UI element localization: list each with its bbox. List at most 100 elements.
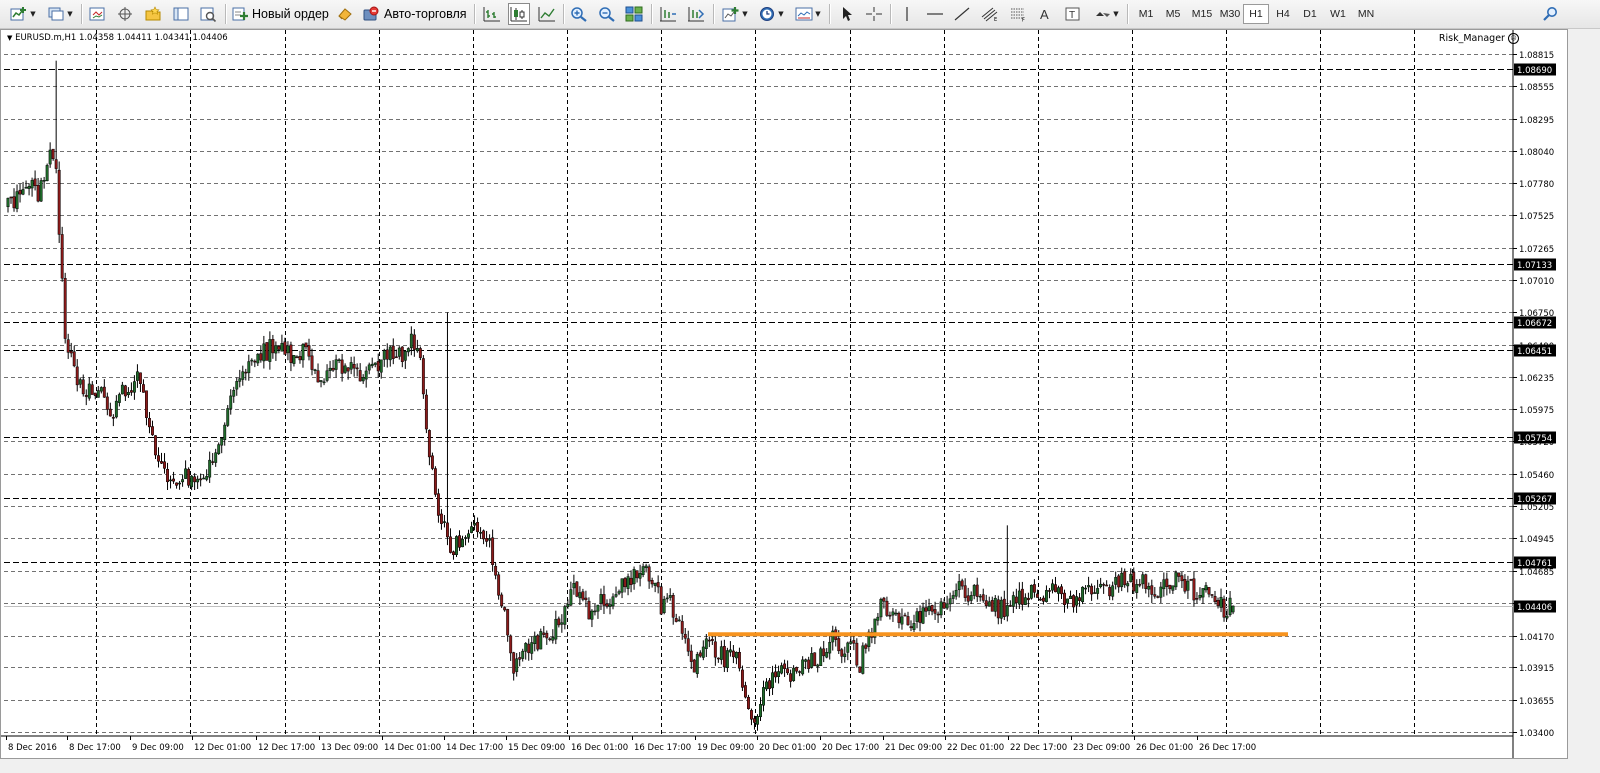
candle-body — [114, 400, 118, 418]
zoom-in-button[interactable] — [568, 3, 590, 25]
arrows-button[interactable]: ▼ — [1090, 3, 1122, 25]
candle-body — [846, 642, 850, 653]
timeframe-m5[interactable]: M5 — [1160, 4, 1186, 24]
candle-body — [1111, 585, 1115, 597]
trend-line-button[interactable] — [951, 3, 973, 25]
horizontal-line-button[interactable] — [924, 3, 946, 25]
chart-shift-button[interactable] — [657, 3, 679, 25]
candle-body — [397, 347, 401, 357]
candle-body — [698, 652, 702, 657]
candle-body — [855, 642, 859, 666]
x-tick-label: 21 Dec 09:00 — [885, 743, 942, 753]
candle-body — [313, 369, 317, 371]
new-order-label: Новый ордер — [252, 7, 329, 21]
market-watch-button[interactable] — [86, 3, 108, 25]
new-chart-button[interactable]: ▼ — [6, 3, 40, 25]
price-chart[interactable]: 1.08815 1.08555 1.08295 1.08040 1.07780 1.075… — [1, 30, 1568, 759]
candle-body — [939, 601, 943, 616]
candle-body — [906, 616, 910, 626]
auto-trading-button[interactable]: Авто-торговля — [362, 3, 468, 25]
metaeditor-icon — [338, 8, 352, 21]
candle-body — [1096, 588, 1100, 594]
candle-body — [969, 595, 973, 601]
candle-body — [1014, 596, 1018, 604]
new-order-button[interactable]: Новый ордер — [232, 3, 332, 25]
candle-body — [331, 367, 335, 371]
candle-body — [813, 652, 817, 667]
templates-button[interactable]: ▼ — [792, 3, 824, 25]
candle-body — [740, 669, 744, 688]
data-window-button[interactable] — [170, 3, 192, 25]
candle-body — [695, 654, 699, 674]
candle-body — [391, 345, 395, 359]
bar-chart-button[interactable] — [481, 3, 503, 25]
indicators-button[interactable]: ▼ — [719, 3, 751, 25]
autoscroll-button[interactable] — [685, 3, 707, 25]
periods-button[interactable]: ▼ — [755, 3, 787, 25]
chart-window[interactable]: 1.08815 1.08555 1.08295 1.08040 1.07780 1.075… — [0, 29, 1568, 759]
fibonacci-button[interactable]: F — [1007, 3, 1029, 25]
candle-body — [229, 395, 233, 409]
x-tick-label: 16 Dec 01:00 — [571, 743, 628, 753]
crosshair-button[interactable] — [863, 3, 885, 25]
candlestick-button[interactable] — [508, 3, 530, 25]
candle-body — [452, 551, 455, 556]
text-button[interactable]: A — [1034, 3, 1056, 25]
candle-body — [1213, 596, 1217, 602]
timeframe-m15[interactable]: M15 — [1187, 4, 1217, 24]
timeframe-m30[interactable]: M30 — [1215, 4, 1245, 24]
candle-body — [557, 618, 561, 626]
candle-body — [235, 381, 239, 390]
equidistant-channel-button[interactable]: E — [979, 3, 1001, 25]
vertical-line-button[interactable] — [896, 3, 918, 25]
candle-body — [1126, 583, 1130, 587]
candle-body — [762, 687, 765, 706]
text-label-button[interactable]: T — [1062, 3, 1084, 25]
candle-body — [253, 360, 257, 363]
candle-body — [157, 455, 160, 462]
candle-body — [184, 468, 188, 479]
candle-body — [1156, 596, 1160, 598]
candle-body — [710, 639, 714, 641]
candle-body — [238, 378, 242, 382]
candle-body — [241, 371, 245, 380]
candle-body — [674, 618, 678, 622]
cursor-button[interactable] — [835, 3, 857, 25]
line-chart-button[interactable] — [536, 3, 558, 25]
candle-body — [1189, 579, 1193, 581]
candle-body — [927, 606, 931, 611]
candle-body — [1159, 586, 1163, 598]
candle-body — [256, 353, 260, 364]
candle-body — [858, 666, 862, 673]
timeframe-h1[interactable]: H1 — [1243, 4, 1269, 24]
timeframe-h4[interactable]: H4 — [1270, 4, 1296, 24]
strategy-tester-button[interactable] — [197, 3, 219, 25]
zoom-out-button[interactable] — [596, 3, 618, 25]
search-button[interactable] — [1540, 3, 1562, 25]
candle-body — [1168, 584, 1172, 590]
candle-body — [96, 390, 100, 398]
tile-windows-button[interactable] — [623, 3, 645, 25]
candle-body — [1150, 585, 1154, 595]
cursor-icon — [843, 7, 852, 21]
candle-body — [837, 638, 841, 652]
timeframe-m1[interactable]: M1 — [1133, 4, 1159, 24]
y-tick-label: 1.08040 — [1519, 148, 1554, 158]
candle-body — [433, 468, 437, 495]
candle-body — [999, 599, 1003, 619]
candle-body — [446, 522, 449, 538]
timeframe-mn[interactable]: MN — [1352, 4, 1380, 24]
candle-body — [458, 535, 461, 548]
candle-body — [1054, 584, 1057, 593]
metaeditor-button[interactable] — [334, 3, 356, 25]
timeframe-d1[interactable]: D1 — [1297, 4, 1323, 24]
navigator-button[interactable] — [114, 3, 136, 25]
level-price-label: 1.05754 — [1517, 434, 1552, 444]
candle-body — [900, 616, 904, 625]
profiles-button[interactable]: ▼ — [44, 3, 76, 25]
timeframe-w1[interactable]: W1 — [1325, 4, 1351, 24]
data-window-icon — [173, 7, 189, 21]
candle-body — [617, 591, 621, 594]
collapse-arrow-icon[interactable]: ▼ — [7, 34, 12, 42]
favorites-button[interactable] — [142, 3, 164, 25]
